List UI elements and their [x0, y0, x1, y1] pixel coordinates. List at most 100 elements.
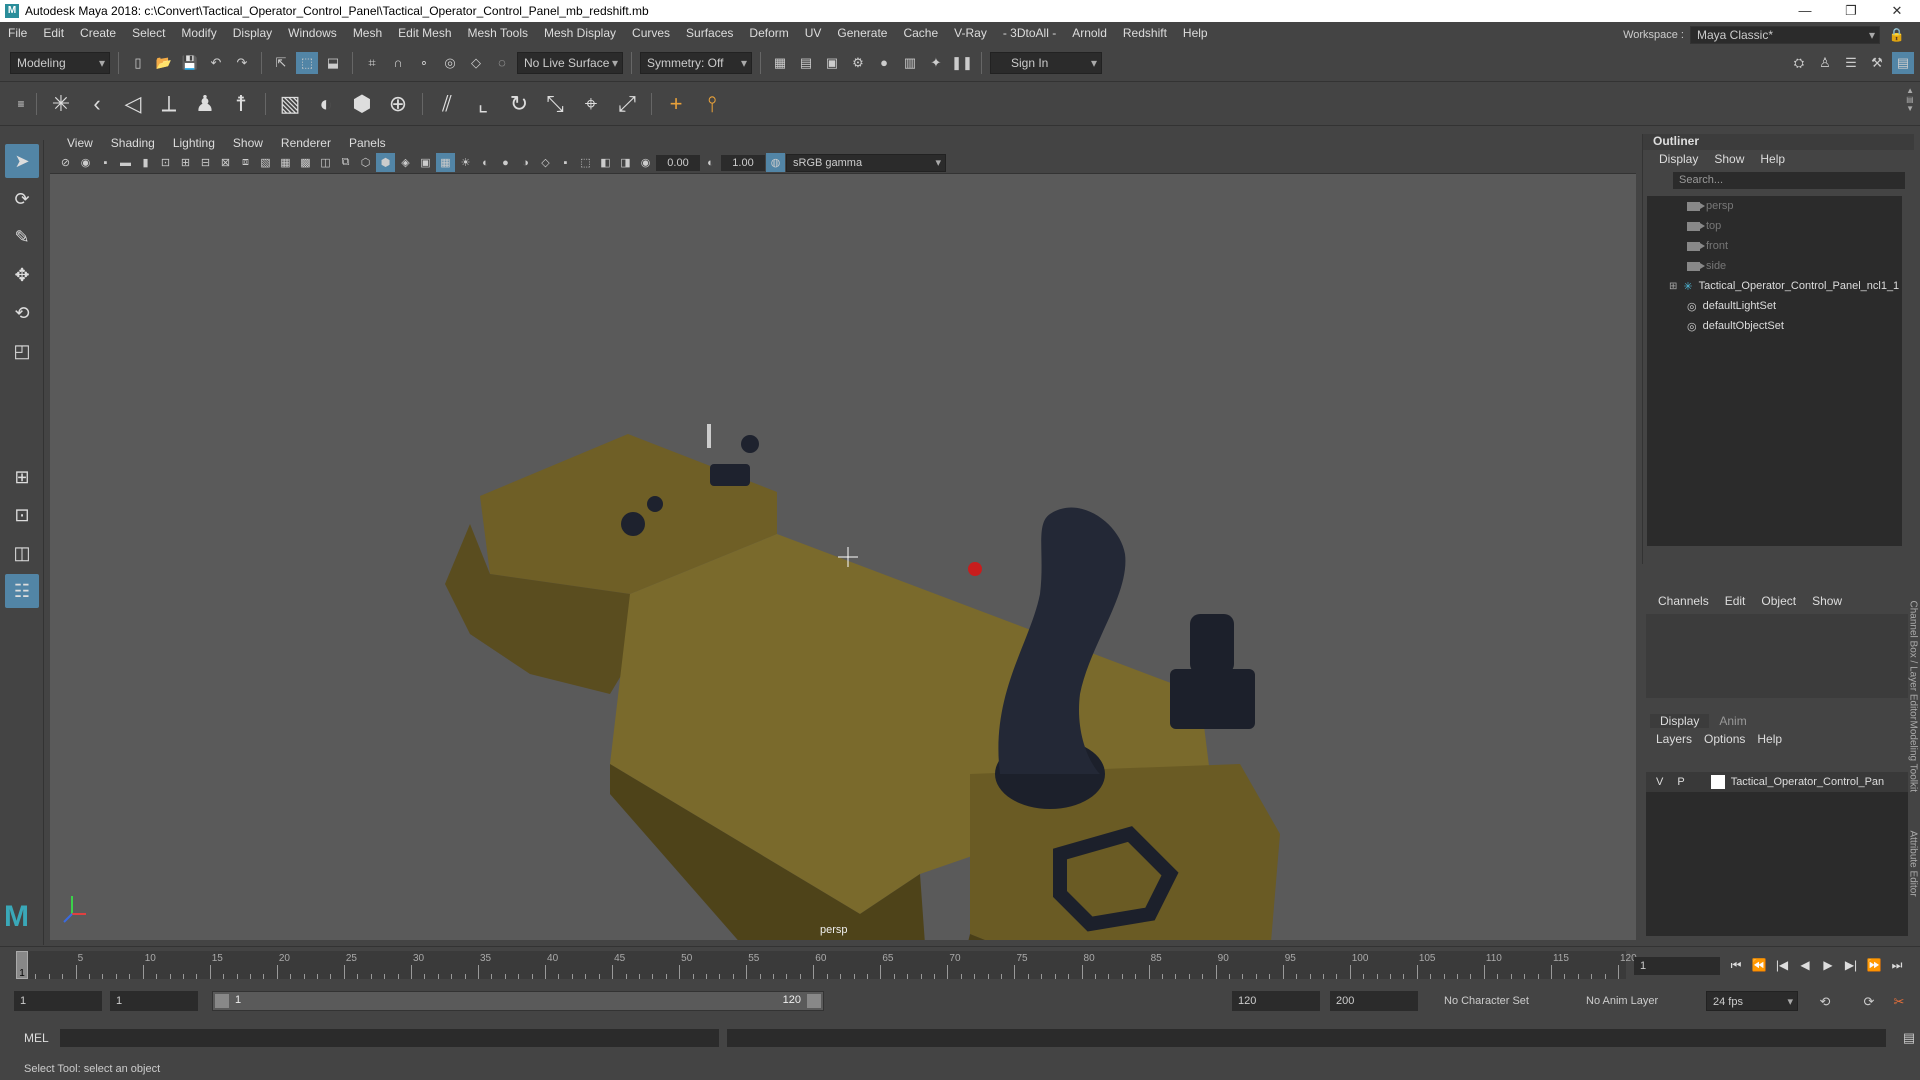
isolate-icon[interactable]: ⬚	[576, 153, 595, 172]
ik-handle-icon[interactable]: ‹	[81, 88, 113, 120]
motion-blur-icon[interactable]: ●	[496, 153, 515, 172]
select-camera-icon[interactable]: ⊘	[56, 153, 75, 172]
tab-anim[interactable]: Anim	[1709, 714, 1756, 728]
viewport-menu-view[interactable]: View	[58, 136, 102, 150]
animation-start-field[interactable]: 1	[14, 991, 102, 1011]
channel-menu-object[interactable]: Object	[1753, 594, 1804, 608]
layout-outliner-icon[interactable]: ☷	[5, 574, 39, 608]
viewport-menu-renderer[interactable]: Renderer	[272, 136, 340, 150]
image-plane-icon[interactable]: ▬	[116, 153, 135, 172]
film-gate-icon[interactable]: ⊡	[156, 153, 175, 172]
outliner-menu-show[interactable]: Show	[1706, 152, 1752, 166]
layer-color-swatch[interactable]	[1710, 775, 1725, 789]
menu-mesh-display[interactable]: Mesh Display	[536, 26, 624, 40]
play-forwards-button[interactable]: ▶	[1818, 955, 1838, 975]
select-object-icon[interactable]: ⬚	[296, 51, 318, 74]
menu-modify[interactable]: Modify	[173, 26, 224, 40]
menu-surfaces[interactable]: Surfaces	[678, 26, 741, 40]
snap-view-icon[interactable]: ◎	[439, 52, 461, 74]
screen-space-ao-icon[interactable]: ◐	[476, 153, 495, 172]
menu-vray[interactable]: V-Ray	[946, 26, 995, 40]
humanik-icon[interactable]: ♟	[189, 88, 221, 120]
outliner-item-control-panel[interactable]: ⊞ ✳ Tactical_Operator_Control_Panel_ncl1_1	[1647, 276, 1902, 296]
menu-uv[interactable]: UV	[797, 26, 830, 40]
resolution-gate-icon[interactable]: ⊞	[176, 153, 195, 172]
render-frame-icon[interactable]: ▦	[769, 52, 791, 74]
playback-end-field[interactable]: 120	[1232, 991, 1320, 1011]
orient-constraint-icon[interactable]: ↻	[503, 88, 535, 120]
tool-settings-icon[interactable]: ⚒	[1866, 52, 1888, 74]
multisample-aa-icon[interactable]: ◑	[516, 153, 535, 172]
outliner-item-side[interactable]: side	[1647, 256, 1902, 276]
aim-constraint-icon[interactable]: ⌖	[575, 88, 607, 120]
viewport-persp[interactable]: persp	[50, 174, 1636, 940]
live-surface-dropdown[interactable]: No Live Surface	[517, 51, 623, 74]
menu-mesh-tools[interactable]: Mesh Tools	[460, 26, 536, 40]
outliner-item-top[interactable]: top	[1647, 216, 1902, 236]
default-material-icon[interactable]: ◫	[316, 153, 335, 172]
cluster-icon[interactable]: ⊕	[382, 88, 414, 120]
depth-of-field-icon[interactable]: ◇	[536, 153, 555, 172]
layer-row[interactable]: V P Tactical_Operator_Control_Pan	[1646, 772, 1908, 792]
exposure-icon[interactable]: ◉	[636, 153, 655, 172]
side-tab-modeling-toolkit[interactable]: Modeling Toolkit	[1908, 721, 1919, 811]
layer-menu-help[interactable]: Help	[1751, 732, 1788, 746]
menu-edit[interactable]: Edit	[35, 26, 72, 40]
render-setup-icon[interactable]: ▥	[899, 52, 921, 74]
menu-edit-mesh[interactable]: Edit Mesh	[390, 26, 459, 40]
viewport-menu-panels[interactable]: Panels	[340, 136, 395, 150]
play-backwards-button[interactable]: ◀	[1795, 955, 1815, 975]
move-tool-icon[interactable]: ✥	[5, 258, 39, 292]
fps-dropdown[interactable]: 24 fps	[1706, 991, 1798, 1012]
tab-display[interactable]: Display	[1650, 714, 1710, 728]
ik-spline-icon[interactable]: ◁	[117, 88, 149, 120]
layer-visibility-toggle[interactable]: V	[1656, 776, 1663, 788]
range-end-handle[interactable]	[807, 994, 821, 1008]
ipr-render-icon[interactable]: ▣	[821, 52, 843, 74]
shaded-icon[interactable]: ⬢	[376, 153, 395, 172]
xray-joints-icon[interactable]: ⧉	[336, 153, 355, 172]
point-constraint-icon[interactable]: ⌞	[467, 88, 499, 120]
character-set-dropdown[interactable]: No Character Set	[1438, 991, 1558, 1011]
textured-icon[interactable]: ▣	[416, 153, 435, 172]
anim-prefs-icon[interactable]: ✂	[1888, 991, 1910, 1013]
minimize-button[interactable]: —	[1782, 0, 1828, 22]
channel-menu-edit[interactable]: Edit	[1717, 594, 1754, 608]
field-chart-icon[interactable]: ⊠	[216, 153, 235, 172]
outliner-item-front[interactable]: front	[1647, 236, 1902, 256]
attribute-editor-icon[interactable]: ☰	[1840, 52, 1862, 74]
viewport-menu-lighting[interactable]: Lighting	[164, 136, 224, 150]
render-settings-icon[interactable]: ⚙	[847, 52, 869, 74]
use-all-lights-icon[interactable]: ▦	[436, 153, 455, 172]
step-back-key-button[interactable]: ⏪	[1749, 955, 1769, 975]
shelf-scroll-up-icon[interactable]: ▲	[1906, 86, 1914, 95]
undo-icon[interactable]: ↶	[205, 52, 227, 74]
wireframe-on-shaded-icon[interactable]: ◈	[396, 153, 415, 172]
lasso-tool-icon[interactable]: ⟳	[5, 182, 39, 216]
pause-icon[interactable]: ❚❚	[951, 52, 973, 74]
scale-constraint-icon[interactable]: ⤡	[539, 88, 571, 120]
gamma-field[interactable]: 1.00	[721, 154, 765, 171]
open-scene-icon[interactable]: 📂	[153, 52, 175, 74]
menuset-dropdown[interactable]: Modeling	[10, 51, 110, 74]
smooth-shade-icon[interactable]: ▩	[296, 153, 315, 172]
layout-single-icon[interactable]: ⊡	[5, 498, 39, 532]
script-language-toggle[interactable]: MEL	[0, 1031, 58, 1045]
step-back-frame-button[interactable]: |◀	[1772, 955, 1792, 975]
auto-key-icon[interactable]: ⟳	[1858, 991, 1880, 1013]
select-component-icon[interactable]: ⬓	[322, 52, 344, 74]
rotate-tool-icon[interactable]: ⟲	[5, 296, 39, 330]
menu-help[interactable]: Help	[1175, 26, 1216, 40]
shelf-settings-icon[interactable]: ≡	[14, 88, 28, 120]
anim-layer-dropdown[interactable]: No Anim Layer	[1580, 991, 1690, 1011]
locator-icon[interactable]: +	[660, 88, 692, 120]
channel-menu-show[interactable]: Show	[1804, 594, 1850, 608]
snap-live-icon[interactable]: ◌	[491, 52, 513, 74]
paint-select-tool-icon[interactable]: ✎	[5, 220, 39, 254]
select-tool-icon[interactable]: ➤	[5, 144, 39, 178]
light-editor-icon[interactable]: ✦	[925, 52, 947, 74]
menu-deform[interactable]: Deform	[741, 26, 796, 40]
outliner-item-persp[interactable]: persp	[1647, 196, 1902, 216]
channel-menu-channels[interactable]: Channels	[1650, 594, 1717, 608]
color-management-icon[interactable]: ◍	[766, 153, 785, 172]
